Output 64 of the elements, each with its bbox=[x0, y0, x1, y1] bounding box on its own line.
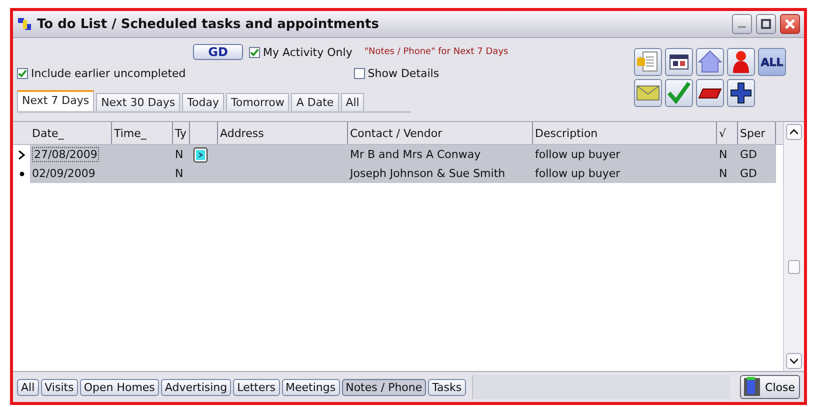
toolbar-button[interactable] bbox=[696, 79, 724, 107]
category-filter-button[interactable]: Tasks bbox=[428, 378, 466, 396]
checkbox[interactable] bbox=[354, 68, 365, 78]
app-icon bbox=[17, 16, 33, 32]
tab[interactable]: A Date bbox=[291, 93, 339, 111]
scroll-thumb[interactable] bbox=[788, 260, 800, 274]
tab[interactable]: All bbox=[340, 93, 364, 111]
all-button[interactable]: ALL bbox=[758, 48, 786, 76]
tab[interactable]: Next 30 Days bbox=[96, 93, 180, 111]
category-filter-button[interactable]: Open Homes bbox=[80, 378, 159, 396]
user-button[interactable]: GD bbox=[193, 44, 243, 60]
checkbox-label: Show Details bbox=[368, 66, 440, 80]
table-cell: follow up buyer bbox=[535, 167, 620, 180]
filter-note: "Notes / Phone" for Next 7 Days bbox=[364, 47, 508, 57]
scroll-up-button[interactable] bbox=[786, 124, 802, 140]
table-cell: N bbox=[719, 167, 728, 180]
window-title: To do List / Scheduled tasks and appointments bbox=[37, 16, 380, 32]
maximize-icon bbox=[761, 19, 771, 29]
table-cell: GD bbox=[740, 148, 757, 161]
checkbox-label: Include earlier uncompleted bbox=[31, 66, 186, 80]
maximize-button[interactable] bbox=[756, 14, 776, 34]
column-header[interactable]: Description bbox=[533, 122, 717, 144]
table-row[interactable]: 02/09/2009 N Joseph Johnson & Sue Smith follow up buyer N GD bbox=[30, 164, 776, 183]
tab[interactable]: Next 7 Days bbox=[17, 90, 94, 111]
category-filter-button[interactable]: Notes / Phone bbox=[342, 378, 426, 396]
tab[interactable]: Tomorrow bbox=[226, 93, 290, 111]
caret-up-icon bbox=[790, 129, 798, 135]
toolbar-button[interactable] bbox=[665, 48, 693, 76]
house-icon bbox=[697, 49, 723, 75]
plus-icon bbox=[728, 80, 754, 106]
toolbar-button[interactable] bbox=[727, 79, 755, 107]
table-cell: Joseph Johnson & Sue Smith bbox=[350, 167, 506, 180]
column-header[interactable]: √ bbox=[717, 122, 738, 144]
column-header[interactable]: Address bbox=[218, 122, 348, 144]
column-header[interactable]: Time_ bbox=[112, 122, 173, 144]
scroll-down-button[interactable] bbox=[786, 353, 802, 369]
table-cell: N bbox=[175, 167, 184, 180]
category-filter-button[interactable]: Advertising bbox=[160, 378, 232, 396]
column-header[interactable]: Date_ bbox=[30, 122, 112, 144]
column-header[interactable]: Ty bbox=[173, 122, 190, 144]
checkmark-icon bbox=[666, 80, 692, 106]
table-cell: Mr B and Mrs A Conway bbox=[350, 148, 481, 161]
table-cell: N bbox=[175, 148, 184, 161]
close-button[interactable] bbox=[780, 14, 800, 34]
checkbox[interactable] bbox=[249, 46, 260, 58]
column-header[interactable]: Contact / Vendor bbox=[348, 122, 533, 144]
door-icon bbox=[743, 377, 762, 397]
table-cell: GD bbox=[740, 167, 757, 180]
category-filter-button[interactable]: All bbox=[17, 378, 39, 396]
tab[interactable]: Today bbox=[182, 93, 224, 111]
table-row[interactable]: 27/08/2009 N Mr B and Mrs A Conway follow up buyer N GD bbox=[30, 145, 776, 164]
category-filter-button[interactable]: Visits bbox=[40, 378, 78, 396]
table-cell: 27/08/2009 bbox=[32, 147, 100, 162]
caret-down-icon bbox=[790, 358, 798, 364]
table-cell: follow up buyer bbox=[535, 148, 620, 161]
category-filter-button[interactable]: Meetings bbox=[282, 378, 340, 396]
checkbox[interactable] bbox=[17, 68, 28, 78]
close-icon bbox=[785, 19, 795, 29]
column-header[interactable]: Sper bbox=[738, 122, 776, 144]
checkbox-label: My Activity Only bbox=[263, 46, 352, 58]
category-filter-button[interactable]: Letters bbox=[233, 378, 280, 396]
close-window-button[interactable]: Close bbox=[740, 375, 800, 399]
table-cell: 02/09/2009 bbox=[32, 167, 96, 180]
table-cell: N bbox=[719, 148, 728, 161]
